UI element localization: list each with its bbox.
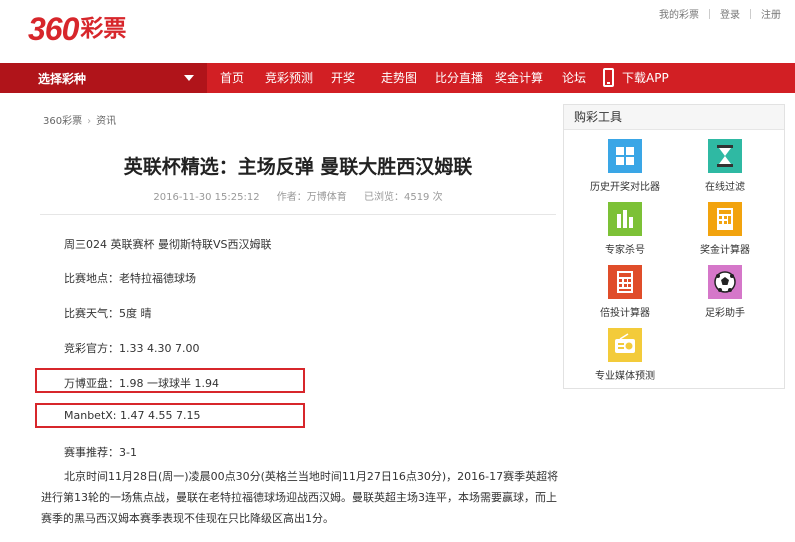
tool-label: 足彩助手 — [705, 308, 745, 319]
nav-item-forum[interactable]: 论坛 — [562, 63, 586, 93]
tool-history-compare[interactable]: 历史开奖对比器 — [575, 139, 675, 193]
article-meta: 2016-11-30 15:25:12 作者：万博体育 已浏览：4519 次 — [40, 188, 556, 203]
recommendation-line: 赛事推荐：3-1 — [64, 446, 137, 459]
tool-expert-picks[interactable]: 专家杀号 — [575, 202, 675, 256]
tool-label: 倍投计算器 — [600, 308, 650, 319]
tool-label: 专业媒体预测 — [595, 371, 655, 382]
logo-number: 360 — [28, 11, 79, 47]
tool-label: 在线过滤 — [705, 182, 745, 193]
article-body: 北京时间11月28日(周一)凌晨00点30分(英格兰当地时间11月27日16点3… — [41, 470, 559, 525]
tool-multiple-bet-calculator[interactable]: 倍投计算器 — [575, 265, 675, 319]
mobile-phone-icon[interactable] — [603, 68, 614, 87]
asian-handicap-line: 万博亚盘：1.98 一球球半 1.94 — [64, 377, 219, 390]
register-link[interactable]: 注册 — [761, 6, 781, 21]
calculator-icon — [708, 202, 742, 236]
weather-line: 比赛天气：5度 晴 — [64, 307, 152, 320]
tool-online-filter[interactable]: 在线过滤 — [675, 139, 775, 193]
breadcrumb: 360彩票 › 资讯 — [43, 112, 116, 127]
my-lottery-link[interactable]: 我的彩票 — [659, 6, 699, 21]
site-logo[interactable]: 360 彩票 — [28, 12, 126, 46]
radio-icon — [608, 328, 642, 362]
nav-item-download-app[interactable]: 下载APP — [622, 63, 669, 93]
nav-item-trend[interactable]: 走势图 — [381, 63, 417, 93]
official-odds-line: 竞彩官方：1.33 4.30 7.00 — [64, 342, 200, 355]
breadcrumb-separator: › — [87, 116, 92, 127]
tools-title: 购彩工具 — [564, 105, 784, 130]
nav-item-draw[interactable]: 开奖 — [331, 63, 355, 93]
grid-icon — [608, 139, 642, 173]
soccer-ball-icon — [708, 265, 742, 299]
title-divider — [40, 214, 556, 215]
hourglass-icon — [708, 139, 742, 173]
link-divider — [750, 8, 751, 19]
link-divider — [709, 8, 710, 19]
main-nav: 选择彩种 首页 竞彩预测 开奖 走势图 比分直播 奖金计算 论坛 下载APP — [0, 63, 795, 93]
lottery-tools-panel: 购彩工具 历史开奖对比器 在线过滤 专家杀号 奖金计算器 倍投计算器 足彩助手 … — [563, 104, 785, 389]
top-header: 360 彩票 我的彩票 登录 注册 — [0, 0, 795, 63]
login-link[interactable]: 登录 — [720, 6, 740, 21]
lottery-type-dropdown[interactable]: 选择彩种 — [0, 63, 207, 93]
nav-item-live-score[interactable]: 比分直播 — [435, 63, 483, 93]
tool-prize-calculator[interactable]: 奖金计算器 — [675, 202, 775, 256]
tool-label: 专家杀号 — [605, 245, 645, 256]
manbetx-odds-line: ManbetX: 1.47 4.55 7.15 — [64, 409, 201, 422]
tool-football-assistant[interactable]: 足彩助手 — [675, 265, 775, 319]
breadcrumb-home[interactable]: 360彩票 — [43, 116, 82, 127]
chevron-down-icon — [184, 75, 194, 81]
breadcrumb-news[interactable]: 资讯 — [96, 116, 116, 127]
nav-item-prize-calc[interactable]: 奖金计算 — [495, 63, 543, 93]
logo-text: 彩票 — [80, 16, 127, 42]
nav-item-prediction[interactable]: 竞彩预测 — [265, 63, 313, 93]
tool-label: 奖金计算器 — [700, 245, 750, 256]
tool-media-prediction[interactable]: 专业媒体预测 — [575, 328, 675, 382]
article-date: 2016-11-30 15:25:12 — [153, 192, 260, 203]
calculator-icon — [608, 265, 642, 299]
venue-line: 比赛地点：老特拉福德球场 — [64, 272, 196, 285]
match-line: 周三024 英联赛杯 曼彻斯特联VS西汉姆联 — [64, 238, 272, 251]
user-links: 我的彩票 登录 注册 — [659, 6, 781, 21]
bar-chart-icon — [608, 202, 642, 236]
tool-label: 历史开奖对比器 — [590, 182, 660, 193]
lottery-type-label: 选择彩种 — [38, 71, 87, 86]
article-author: 作者：万博体育 — [276, 192, 347, 203]
article-title: 英联杯精选：主场反弹 曼联大胜西汉姆联 — [123, 156, 473, 178]
article-views: 已浏览：4519 次 — [363, 192, 443, 203]
nav-item-home[interactable]: 首页 — [220, 63, 244, 93]
